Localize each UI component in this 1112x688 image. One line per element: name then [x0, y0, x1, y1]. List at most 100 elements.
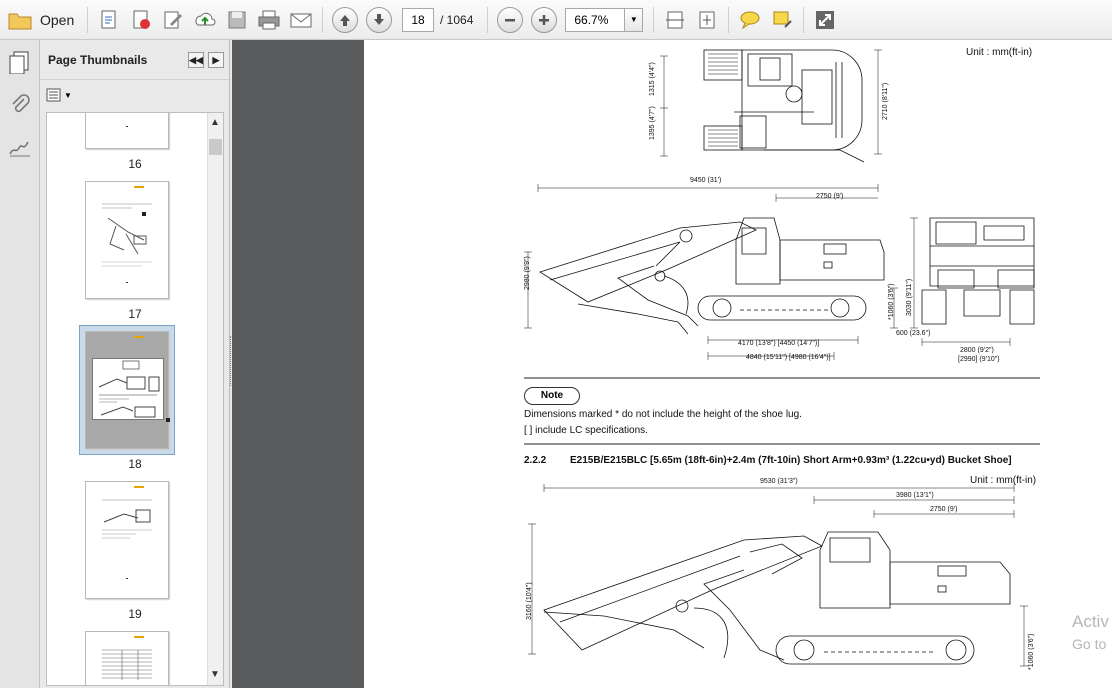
fit-width-button[interactable]: [659, 5, 691, 35]
create-pdf-icon: [101, 10, 116, 28]
create-pdf-button[interactable]: [93, 5, 125, 35]
email-button[interactable]: [285, 5, 317, 35]
envelope-icon: [290, 13, 312, 27]
zoom-dropdown-button[interactable]: ▼: [625, 7, 644, 32]
options-list-icon: [46, 88, 61, 102]
minus-icon: [505, 18, 516, 21]
header-mark: [134, 336, 144, 338]
thumbnail-drawing: [102, 203, 152, 283]
edit-pdf-button[interactable]: [157, 5, 189, 35]
dim-label: 9530 (31'3"): [760, 478, 798, 485]
dim-label: 2710 (8'11"): [882, 82, 889, 120]
comment-button[interactable]: [734, 5, 766, 35]
fit-page-button[interactable]: [691, 5, 723, 35]
navigation-rail: [0, 40, 40, 688]
arrow-up-icon: [340, 14, 350, 26]
dim-label: 2800 (9'2"): [960, 347, 994, 354]
thumbnail-view-rect: [92, 358, 164, 420]
thumbnail-page-16[interactable]: [85, 113, 169, 149]
chevron-down-icon: ▼: [64, 90, 72, 100]
dim-label: 600 (23.6"): [896, 330, 931, 337]
save-icon: [228, 11, 246, 28]
chevron-right-icon: ▶: [212, 55, 220, 65]
print-button[interactable]: [253, 5, 285, 35]
save-button[interactable]: [221, 5, 253, 35]
highlight-button[interactable]: [766, 5, 798, 35]
separator: [487, 6, 489, 33]
previous-page-button[interactable]: [332, 6, 358, 33]
dim-label: 2980 (9'9"): [524, 256, 531, 290]
dim-label: 2750 (9'): [816, 193, 844, 200]
panel-title: Page Thumbnails: [48, 52, 148, 67]
arrow-down-icon: [374, 13, 384, 25]
panel-options: ▼: [40, 80, 229, 110]
thumbnail-page-17[interactable]: [85, 181, 169, 299]
print-icon: [258, 10, 280, 29]
separator: [322, 6, 323, 33]
edit-pdf-icon: [164, 11, 182, 28]
export-pdf-button[interactable]: [125, 5, 157, 35]
document-background: [232, 40, 364, 688]
paperclip-icon: [12, 94, 30, 113]
scroll-thumb[interactable]: [209, 139, 222, 155]
dim-label: *1060 (3'6"): [888, 283, 895, 320]
folder-icon: [8, 13, 32, 29]
dim-label: 2750 (9'): [930, 506, 958, 513]
page-thumbnails-tab[interactable]: [8, 50, 32, 79]
thumbnail-page-18[interactable]: [85, 331, 170, 449]
thumbnail-options-button[interactable]: ▼: [46, 86, 74, 104]
dim-label: 4840 (15'11") [4980 (16'4")]: [746, 354, 831, 361]
next-page-button[interactable]: [366, 6, 392, 33]
scroll-up-icon[interactable]: ▲: [210, 117, 220, 128]
unit-label-bottom: Unit : mm(ft-in): [970, 475, 1037, 486]
note-text-1: Dimensions marked * do not include the h…: [524, 409, 802, 420]
separator: [728, 6, 730, 33]
zoom-out-button[interactable]: [497, 6, 524, 33]
section-number: 2.2.2: [524, 455, 547, 466]
thumbnail-list: 16 17 18 19 ▲ ▼: [46, 112, 224, 686]
zoom-level-input[interactable]: 66.7%: [565, 7, 626, 32]
pages-icon: [9, 51, 29, 75]
thumbnail-page-19[interactable]: [85, 481, 169, 599]
dim-label: 3160 (10'4"): [526, 582, 533, 620]
watermark-line-1: Activ: [1072, 612, 1109, 631]
separator: [803, 6, 805, 33]
scroll-down-icon[interactable]: ▼: [210, 669, 220, 680]
separator: [87, 6, 88, 33]
thumbnail-label-16: 16: [128, 157, 142, 171]
excavator-drawings: [524, 49, 1040, 667]
dim-label: 4170 (13'8") [4450 (14'7")]: [738, 340, 820, 347]
fit-page-icon: [699, 11, 715, 28]
document-page: Unit : mm(ft-in) 1315 (4'4") 1395 (4'7")…: [364, 40, 1112, 688]
thumbnail-label-18: 18: [128, 457, 142, 471]
thumbnail-drawing: [98, 360, 160, 418]
cloud-upload-icon: [195, 12, 216, 25]
highlight-text-icon: [773, 11, 793, 28]
thumbnails-panel: Page Thumbnails ◀◀ ▶ ▼ 16 17 18 19 ▲ ▼: [40, 40, 230, 688]
thumbnail-page-20[interactable]: [85, 631, 169, 685]
zoom-in-button[interactable]: [531, 6, 558, 33]
fullscreen-button[interactable]: [809, 5, 841, 35]
watermark-line-2: Go to: [1072, 636, 1107, 652]
upload-button[interactable]: [189, 5, 221, 35]
section-title: E215B/E215BLC [5.65m (18ft-6in)+2.4m (7f…: [570, 455, 1012, 466]
double-chevron-left-icon: ◀◀: [189, 55, 203, 65]
page-number-input[interactable]: 18: [402, 7, 434, 32]
fit-width-icon: [666, 11, 685, 28]
chevron-down-icon: ▼: [629, 15, 638, 24]
attachments-tab[interactable]: [9, 94, 31, 121]
open-button[interactable]: Open: [0, 5, 82, 35]
signature-icon: [9, 141, 30, 157]
dim-label: 3030 (9'11"): [906, 278, 913, 316]
separator: [653, 6, 655, 33]
thumbnail-drawing: [102, 499, 152, 579]
expand-panel-button[interactable]: ▶: [208, 52, 224, 68]
note-badge: Note: [524, 387, 580, 405]
dim-label: 9450 (31'): [690, 177, 722, 184]
dim-label: 1315 (4'4"): [649, 62, 656, 96]
collapse-panel-button[interactable]: ◀◀: [188, 52, 204, 68]
signatures-tab[interactable]: [8, 136, 32, 163]
plus-icon: [539, 14, 550, 25]
thumbnail-scrollbar[interactable]: ▲ ▼: [207, 113, 223, 685]
note-text-2: [ ] include LC specifications.: [524, 425, 648, 436]
